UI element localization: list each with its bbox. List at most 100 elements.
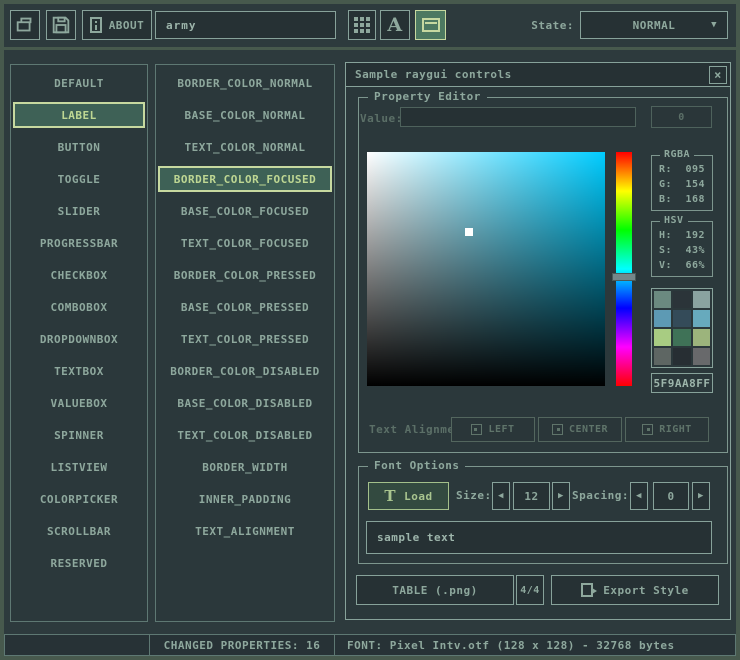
- size-label: Size:: [456, 482, 492, 510]
- control-list-item[interactable]: TOGGLE: [13, 166, 145, 192]
- property-list-item[interactable]: TEXT_ALIGNMENT: [158, 518, 332, 544]
- property-list-item[interactable]: INNER_PADDING: [158, 486, 332, 512]
- style-name-input[interactable]: [155, 11, 336, 39]
- control-list-item[interactable]: CHECKBOX: [13, 262, 145, 288]
- size-decrease-button[interactable]: ◀: [492, 482, 510, 510]
- color-swatch[interactable]: [654, 348, 671, 365]
- align-center-button[interactable]: CENTER: [538, 417, 622, 442]
- align-left-label: LEFT: [488, 424, 514, 435]
- h-value: 192: [685, 230, 705, 241]
- control-list-item[interactable]: RESERVED: [13, 550, 145, 576]
- text-alignment-label: Text Alignme: [369, 417, 451, 442]
- property-list-item[interactable]: BASE_COLOR_DISABLED: [158, 390, 332, 416]
- hue-slider[interactable]: [616, 152, 632, 386]
- control-list-item[interactable]: SLIDER: [13, 198, 145, 224]
- property-list-item[interactable]: BASE_COLOR_PRESSED: [158, 294, 332, 320]
- chevron-right-icon: ▶: [698, 491, 704, 501]
- sv-panel[interactable]: [367, 152, 605, 386]
- property-list-item[interactable]: BORDER_COLOR_FOCUSED: [158, 166, 332, 192]
- color-swatch[interactable]: [654, 310, 671, 327]
- property-list-item[interactable]: BORDER_COLOR_NORMAL: [158, 70, 332, 96]
- control-list-item[interactable]: DEFAULT: [13, 70, 145, 96]
- control-list-item[interactable]: COLORPICKER: [13, 486, 145, 512]
- about-button-label: ABOUT: [109, 19, 145, 32]
- property-list-item[interactable]: BORDER_COLOR_PRESSED: [158, 262, 332, 288]
- property-list-item[interactable]: BASE_COLOR_FOCUSED: [158, 198, 332, 224]
- controls-view-button[interactable]: [415, 10, 446, 40]
- control-list-item[interactable]: DROPDOWNBOX: [13, 326, 145, 352]
- property-list-item[interactable]: BORDER_WIDTH: [158, 454, 332, 480]
- property-list-item-label: BASE_COLOR_PRESSED: [181, 301, 309, 314]
- color-swatch[interactable]: [654, 291, 671, 308]
- spacing-value: 0: [667, 490, 674, 503]
- color-swatch[interactable]: [673, 329, 690, 346]
- state-dropdown[interactable]: NORMAL ▼: [580, 11, 728, 39]
- control-list-item[interactable]: SCROLLBAR: [13, 518, 145, 544]
- color-swatch[interactable]: [693, 310, 710, 327]
- pages-value: 4/4: [520, 585, 540, 596]
- align-center-icon: [552, 424, 563, 435]
- rgba-group-label: RGBA: [660, 149, 694, 160]
- r-value: 095: [685, 164, 705, 175]
- property-list-item-label: BORDER_WIDTH: [202, 461, 287, 474]
- property-list-item[interactable]: TEXT_COLOR_PRESSED: [158, 326, 332, 352]
- grid-icon: [354, 17, 370, 33]
- grid-view-button[interactable]: [348, 10, 376, 40]
- align-right-label: RIGHT: [659, 424, 692, 435]
- control-list-item[interactable]: SPINNER: [13, 422, 145, 448]
- hue-bar[interactable]: [616, 152, 632, 386]
- hex-value-box[interactable]: 5F9AA8FF: [651, 373, 713, 393]
- color-swatch[interactable]: [654, 329, 671, 346]
- color-swatch[interactable]: [673, 291, 690, 308]
- value-button[interactable]: 0: [651, 106, 712, 128]
- control-list-item[interactable]: LISTVIEW: [13, 454, 145, 480]
- export-format-button[interactable]: TABLE (.png): [356, 575, 514, 605]
- spacing-increase-button[interactable]: ▶: [692, 482, 710, 510]
- export-icon: [581, 583, 593, 597]
- spacing-decrease-button[interactable]: ◀: [630, 482, 648, 510]
- color-swatch[interactable]: [693, 348, 710, 365]
- color-swatch[interactable]: [693, 329, 710, 346]
- color-swatch[interactable]: [693, 291, 710, 308]
- control-list-item[interactable]: COMBOBOX: [13, 294, 145, 320]
- align-left-button[interactable]: LEFT: [451, 417, 535, 442]
- hue-slider-handle[interactable]: [612, 273, 636, 281]
- property-list-item-label: BASE_COLOR_FOCUSED: [181, 205, 309, 218]
- property-list-item[interactable]: TEXT_COLOR_NORMAL: [158, 134, 332, 160]
- property-list-item[interactable]: TEXT_COLOR_FOCUSED: [158, 230, 332, 256]
- close-button[interactable]: ×: [709, 66, 727, 84]
- color-swatch[interactable]: [673, 310, 690, 327]
- sample-text-box[interactable]: sample text: [366, 521, 712, 554]
- font-t-icon: T: [384, 487, 396, 505]
- property-list-item-label: BORDER_COLOR_PRESSED: [174, 269, 316, 282]
- control-list-item[interactable]: PROGRESSBAR: [13, 230, 145, 256]
- size-increase-button[interactable]: ▶: [552, 482, 570, 510]
- property-list-item[interactable]: TEXT_COLOR_DISABLED: [158, 422, 332, 448]
- sv-cursor[interactable]: [465, 228, 473, 236]
- about-button[interactable]: ABOUT: [82, 10, 152, 40]
- save-style-button[interactable]: [46, 10, 76, 40]
- control-list-item[interactable]: LABEL: [13, 102, 145, 128]
- control-list-item-label: LISTVIEW: [51, 461, 108, 474]
- property-list-item-label: TEXT_COLOR_DISABLED: [177, 429, 312, 442]
- statusbar-changed-properties: CHANGED PROPERTIES: 16: [149, 634, 335, 656]
- export-style-button[interactable]: Export Style: [551, 575, 719, 605]
- property-list-item[interactable]: BASE_COLOR_NORMAL: [158, 102, 332, 128]
- spacing-value-box[interactable]: 0: [653, 482, 689, 510]
- properties-listview: BORDER_COLOR_NORMAL BASE_COLOR_NORMAL TE…: [155, 64, 335, 622]
- size-value-box[interactable]: 12: [513, 482, 550, 510]
- pages-indicator[interactable]: 4/4: [516, 575, 544, 605]
- value-input[interactable]: [400, 107, 636, 127]
- control-list-item[interactable]: BUTTON: [13, 134, 145, 160]
- property-list-item[interactable]: BORDER_COLOR_DISABLED: [158, 358, 332, 384]
- g-label: G:: [659, 179, 672, 190]
- control-list-item[interactable]: TEXTBOX: [13, 358, 145, 384]
- new-style-button[interactable]: [10, 10, 40, 40]
- rguistyler-window: ABOUT A State: NORMAL ▼ DEFAULT LABEL: [0, 0, 740, 660]
- chevron-down-icon: ▼: [711, 20, 717, 30]
- control-list-item[interactable]: VALUEBOX: [13, 390, 145, 416]
- align-right-button[interactable]: RIGHT: [625, 417, 709, 442]
- font-view-button[interactable]: A: [380, 10, 410, 40]
- color-swatch[interactable]: [673, 348, 690, 365]
- font-load-button[interactable]: T Load: [368, 482, 449, 510]
